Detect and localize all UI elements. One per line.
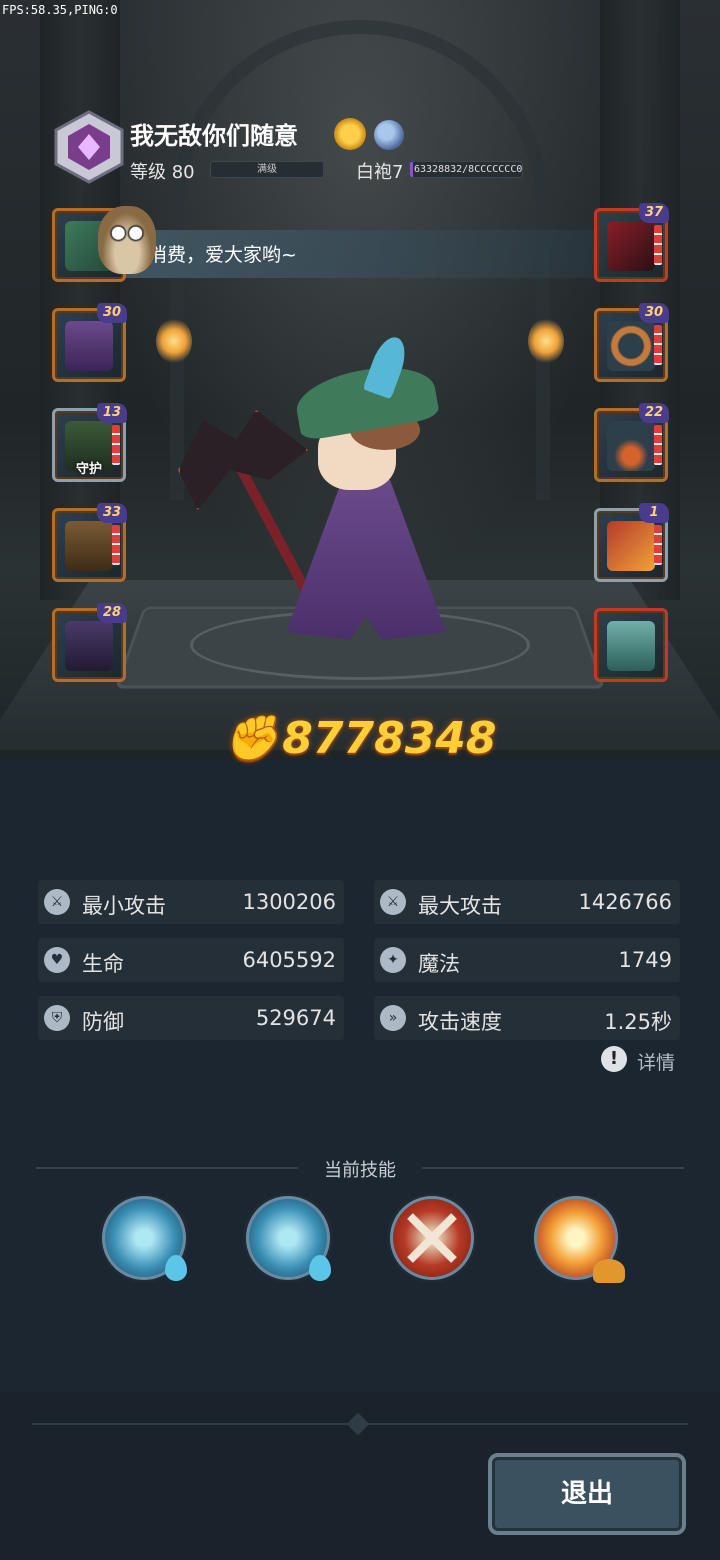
equip-slot-ring[interactable]: 30 — [594, 303, 669, 382]
ring-icon — [607, 321, 655, 371]
combat-power: ✊8778348 — [0, 712, 720, 764]
equip-slot-necklace[interactable]: 22 — [594, 403, 669, 482]
robe-label: 白袍7 — [356, 162, 404, 183]
stat-value: 6405592 — [242, 948, 336, 972]
stat-label: 生命 — [82, 952, 124, 976]
equip-slot-guard[interactable]: 13 守护 — [52, 403, 127, 482]
player-name: 我无敌你们随意 — [130, 122, 298, 150]
skill-slot-3[interactable] — [390, 1196, 474, 1280]
bracer-icon — [65, 521, 113, 571]
equip-level: 30 — [97, 303, 127, 323]
level-bar: 满级 — [210, 161, 324, 178]
equip-level: 28 — [97, 603, 127, 623]
robe-progress-fill — [410, 162, 414, 177]
stat-label: 最小攻击 — [82, 894, 166, 918]
crossed-axes-icon — [407, 1213, 457, 1263]
necklace-icon — [607, 421, 655, 471]
sword-icon: ⚔ — [380, 889, 406, 915]
stat-label: 攻击速度 — [418, 1010, 502, 1034]
details-label: 详情 — [637, 1052, 676, 1074]
fire-element-icon — [593, 1259, 625, 1283]
equip-slot-robe[interactable] — [594, 608, 668, 682]
equip-level: 30 — [639, 303, 669, 323]
robe-progress-text: 63328832/8CCCCCCC0 — [414, 164, 523, 175]
hood-icon — [65, 321, 113, 371]
shield-icon: ⛨ — [44, 1005, 70, 1031]
magic-icon: ✦ — [380, 947, 406, 973]
stat-value: 529674 — [255, 1006, 336, 1030]
gem-sockets — [654, 525, 662, 565]
stat-label: 魔法 — [418, 952, 460, 976]
skill-slot-1[interactable] — [102, 1196, 187, 1281]
stat-attack-speed: » 攻击速度 1.25秒 — [374, 996, 680, 1040]
water-drop-icon — [165, 1255, 187, 1281]
gem-sockets — [654, 425, 662, 465]
gem-sockets — [112, 525, 120, 565]
stat-value: 1300206 — [242, 890, 336, 914]
stat-value: 1.25秒 — [604, 1010, 672, 1034]
stat-mp: ✦ 魔法 1749 — [374, 938, 680, 982]
dark-axe-icon — [607, 221, 655, 271]
gem-sockets — [654, 225, 662, 265]
equip-level: 37 — [639, 203, 669, 223]
combat-power-value: 8778348 — [282, 713, 497, 764]
teal-robe-icon — [607, 621, 655, 671]
exit-button[interactable]: 退出 — [488, 1453, 686, 1535]
sword-icon: ⚔ — [44, 889, 70, 915]
owl-pet-icon — [98, 206, 156, 274]
hero-robe — [286, 480, 446, 640]
equip-slot-gloves[interactable]: 33 — [52, 503, 127, 582]
torch-left — [156, 318, 192, 364]
heart-icon: ♥ — [44, 947, 70, 973]
stat-value: 1749 — [618, 948, 672, 972]
level-label: 等级 80 — [130, 162, 195, 183]
stat-hp: ♥ 生命 6405592 — [38, 938, 344, 982]
equip-slot-helmet[interactable]: 30 — [52, 303, 127, 382]
equip-slot-cloak[interactable]: 28 — [52, 603, 127, 682]
skill-slot-2[interactable] — [246, 1196, 331, 1281]
rank-badge-icon — [54, 110, 124, 184]
equip-level: 13 — [97, 403, 127, 423]
flame-bracer-icon — [607, 521, 655, 571]
skills-title: 当前技能 — [324, 1160, 396, 1181]
sun-title-icon[interactable] — [334, 118, 366, 150]
stat-defense: ⛨ 防御 529674 — [38, 996, 344, 1040]
speed-icon: » — [380, 1005, 406, 1031]
skill-slot-4[interactable] — [534, 1196, 625, 1283]
fps-counter: FPS:58.35,PING:0 — [2, 3, 118, 17]
equip-level: 33 — [97, 503, 127, 523]
equip-level: 22 — [639, 403, 669, 423]
stat-min-attack: ⚔ 最小攻击 1300206 — [38, 880, 344, 924]
stat-label: 防御 — [82, 1010, 124, 1034]
power-arm-icon: ✊ — [223, 713, 279, 764]
guard-tag: 守护 — [75, 462, 102, 477]
water-drop-icon — [309, 1255, 331, 1281]
torch-right — [528, 318, 564, 364]
equip-slot-bracer[interactable]: 1 — [594, 503, 669, 582]
chat-message: 消费，爱大家哟~ — [148, 244, 297, 266]
cloak-icon — [65, 621, 113, 671]
gem-sockets — [654, 325, 662, 365]
robe-progress-bar: 63328832/8CCCCCCC0 — [409, 161, 523, 178]
stat-label: 最大攻击 — [418, 894, 502, 918]
stat-value: 1426766 — [578, 890, 672, 914]
stat-max-attack: ⚔ 最大攻击 1426766 — [374, 880, 680, 924]
moon-title-icon[interactable] — [374, 120, 404, 150]
equip-slot-offhand[interactable]: 37 — [594, 203, 669, 282]
info-icon: ! — [601, 1046, 627, 1072]
equip-level: 1 — [639, 503, 669, 523]
